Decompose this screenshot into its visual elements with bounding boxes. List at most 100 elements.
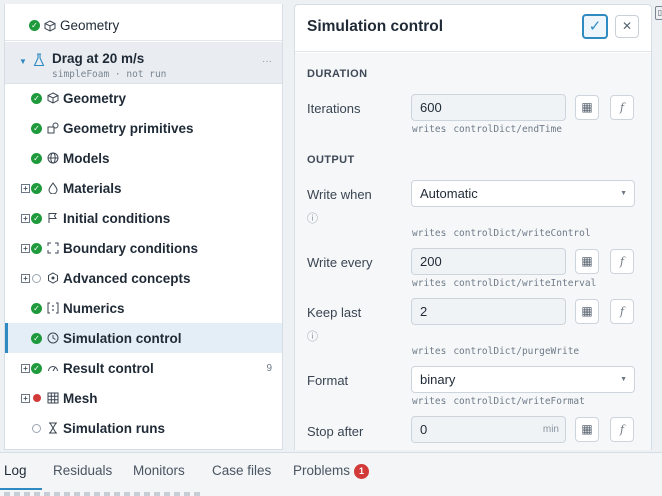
ok-check-icon: ✓ — [31, 122, 42, 134]
runs-icon — [47, 422, 59, 434]
tree-item-label: Initial conditions — [63, 210, 171, 226]
ok-check-icon: ✓ — [31, 92, 42, 104]
tree-item-simulation-runs[interactable]: Simulation runs — [5, 413, 282, 443]
info-icon[interactable]: ⓘ — [307, 210, 318, 226]
tree-item-label: Geometry primitives — [63, 120, 194, 136]
tab-log[interactable]: Log — [4, 463, 27, 478]
panel-header: Simulation control ✓ ✕ — [295, 5, 651, 52]
study-drag-20[interactable]: ▼ Drag at 20 m/s simpleFoam · not run ··… — [5, 42, 282, 84]
error-dot-icon — [33, 394, 41, 402]
iterations-writes: writes controlDict/endTime — [412, 124, 562, 135]
format-writes: writes controlDict/writeFormat — [412, 396, 585, 407]
tree-item-materials[interactable]: + ✓ Materials — [5, 173, 282, 203]
write-when-select[interactable]: Automatic ▼ — [411, 180, 635, 207]
numerics-icon — [47, 302, 59, 314]
bottom-tabbar: Log Residuals Monitors Case files Proble… — [0, 452, 662, 496]
flag-icon — [47, 212, 59, 224]
panel-toggle-icon[interactable]: ▯ — [655, 6, 662, 20]
tree-item-status: ✓ — [5, 332, 47, 344]
tree-item-geometry-root[interactable]: ✓ Geometry — [5, 11, 282, 41]
flask-icon — [33, 53, 45, 67]
ok-check-icon: ✓ — [31, 152, 42, 164]
close-button[interactable]: ✕ — [615, 15, 639, 38]
expand-icon[interactable]: + — [21, 393, 30, 403]
problems-count-badge: 1 — [354, 464, 370, 479]
function-button[interactable]: f — [610, 299, 634, 324]
tree-item-count: 9 — [266, 362, 272, 374]
drop-icon — [47, 182, 59, 194]
format-select[interactable]: binary ▼ — [411, 366, 635, 393]
write-every-input[interactable]: 200 — [411, 248, 566, 275]
tree-item-label: Result control — [63, 360, 154, 376]
tree-item-label: Boundary conditions — [63, 240, 198, 256]
tree-item-status: + — [5, 393, 47, 403]
tree-item-label: Mesh — [63, 390, 98, 406]
panel-title: Simulation control — [307, 18, 444, 35]
tree-item-status: + ✓ — [5, 182, 47, 194]
info-icon[interactable]: ⓘ — [307, 328, 318, 344]
iterations-input[interactable]: 600 — [411, 94, 566, 121]
study-menu-button[interactable]: ··· — [262, 56, 272, 67]
stop-after-unit: min — [542, 424, 559, 435]
function-button[interactable]: f — [610, 95, 634, 120]
tree-item-result-control[interactable]: + ✓ Result control 9 — [5, 353, 282, 383]
confirm-button[interactable]: ✓ — [582, 14, 608, 39]
expand-icon[interactable]: + — [21, 243, 30, 253]
table-button[interactable]: ▦ — [575, 417, 599, 442]
write-every-writes: writes controlDict/writeInterval — [412, 278, 597, 289]
tree-item-numerics[interactable]: ✓ Numerics — [5, 293, 282, 323]
tree-item-status: ✓ — [5, 302, 47, 314]
table-button[interactable]: ▦ — [575, 299, 599, 324]
format-label: Format — [307, 373, 349, 388]
pending-circle-icon — [32, 273, 41, 283]
tab-residuals[interactable]: Residuals — [53, 463, 112, 478]
expand-icon[interactable]: + — [21, 183, 30, 193]
cube-icon — [47, 92, 59, 104]
ok-check-icon: ✓ — [31, 302, 42, 314]
write-when-label: Write when — [307, 187, 372, 202]
tree-item-simulation-control[interactable]: ✓ Simulation control — [5, 323, 282, 353]
boundary-icon — [47, 242, 59, 254]
iterations-value: 600 — [420, 100, 442, 115]
ok-check-icon: ✓ — [31, 242, 42, 254]
write-every-label: Write every — [307, 255, 373, 270]
ok-check-icon: ✓ — [31, 332, 42, 344]
stop-after-input[interactable]: 0 min — [411, 416, 566, 443]
ok-check-icon: ✓ — [29, 20, 40, 31]
tree-item-geometry[interactable]: ✓ Geometry — [5, 83, 282, 113]
tree-item-status: ✓ — [5, 122, 47, 134]
format-value: binary — [420, 372, 456, 387]
gauge-icon — [47, 362, 59, 374]
hexagon-icon — [47, 272, 59, 284]
write-when-writes: writes controlDict/writeControl — [412, 228, 591, 239]
tree-item-status: + ✓ — [5, 242, 47, 254]
ok-check-icon: ✓ — [31, 212, 42, 224]
function-button[interactable]: f — [610, 417, 634, 442]
expand-icon[interactable]: + — [21, 273, 30, 283]
table-button[interactable]: ▦ — [575, 249, 599, 274]
tree-item-boundary-conditions[interactable]: + ✓ Boundary conditions — [5, 233, 282, 263]
keep-last-input[interactable]: 2 — [411, 298, 566, 325]
table-button[interactable]: ▦ — [575, 95, 599, 120]
tree-item-advanced-concepts[interactable]: + Advanced concepts — [5, 263, 282, 293]
pending-circle-icon — [32, 423, 41, 433]
tree-item-status: + — [5, 273, 47, 283]
caret-down-icon[interactable]: ▼ — [19, 57, 27, 66]
tree-item-geometry-primitives[interactable]: ✓ Geometry primitives — [5, 113, 282, 143]
tab-problems[interactable]: Problems 1 — [293, 463, 370, 479]
tree-item-status: ✓ — [5, 152, 47, 164]
expand-icon[interactable]: + — [21, 363, 30, 373]
tree-item-label: Geometry — [63, 90, 127, 106]
function-button[interactable]: f — [610, 249, 634, 274]
tree-item-mesh[interactable]: + Mesh — [5, 383, 282, 413]
expand-icon[interactable]: + — [21, 213, 30, 223]
output-heading: OUTPUT — [307, 154, 355, 166]
tree-item-initial-conditions[interactable]: + ✓ Initial conditions — [5, 203, 282, 233]
tree-item-label: Models — [63, 150, 110, 166]
tab-case-files[interactable]: Case files — [212, 463, 271, 478]
tab-monitors[interactable]: Monitors — [133, 463, 185, 478]
keep-last-value: 2 — [420, 304, 428, 319]
tree-item-label: Materials — [63, 180, 122, 196]
tree-item-models[interactable]: ✓ Models — [5, 143, 282, 173]
tree-item-status — [5, 423, 47, 433]
